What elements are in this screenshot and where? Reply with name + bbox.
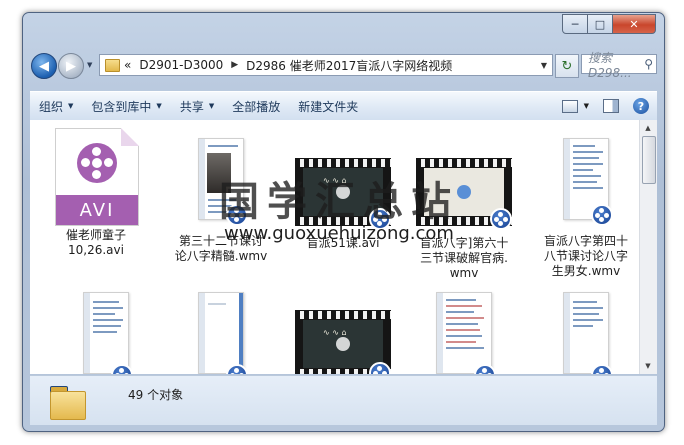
chevron-down-icon: ▼ xyxy=(583,102,589,110)
navigation-bar: ◀ ▶ ▼ « D2901-D3000 ▶ D2986 催老师2017盲派八字网… xyxy=(29,51,659,80)
file-name: 催老师童子 10,26.avi xyxy=(65,228,126,257)
scroll-down-button[interactable]: ▼ xyxy=(642,360,654,372)
folder-icon xyxy=(105,58,120,72)
file-item[interactable]: 第三十二节课讨 论八字精髓.wmv xyxy=(163,138,279,264)
file-item[interactable]: AVI 催老师童子 10,26.avi xyxy=(38,128,154,258)
search-input[interactable]: 搜索 D298... ⚲ xyxy=(581,51,657,80)
media-player-icon xyxy=(111,364,133,374)
video-thumbnail xyxy=(563,292,613,374)
breadcrumb-item-current[interactable]: D2986 催老师2017盲派八字网络视频 xyxy=(246,57,452,74)
video-thumbnail xyxy=(83,292,133,374)
file-list: AVI 催老师童子 10,26.avi 第三十二节课讨 论八字精髓.wmv ∿ … xyxy=(30,120,657,374)
media-player-icon xyxy=(591,364,613,374)
media-player-icon xyxy=(226,204,248,226)
video-thumbnail: ∿ ∿ ⌂ xyxy=(295,310,391,374)
back-button[interactable]: ◀ xyxy=(31,53,57,79)
file-item[interactable]: ∿ ∿ ⌂ xyxy=(285,310,401,374)
forward-arrow-icon: ▶ xyxy=(66,58,76,74)
refresh-button[interactable]: ↻ xyxy=(555,54,579,78)
address-dropdown-icon[interactable]: ▼ xyxy=(536,61,552,70)
view-icon xyxy=(561,99,578,113)
file-name: 盲派51课.avi xyxy=(306,236,380,250)
file-type-badge: AVI xyxy=(56,195,138,225)
preview-pane-icon[interactable] xyxy=(603,99,619,113)
scrollbar-thumb[interactable] xyxy=(642,136,656,184)
video-thumbnail xyxy=(198,138,248,226)
film-reel-icon xyxy=(77,143,117,183)
breadcrumb-separator-icon[interactable]: ▶ xyxy=(231,60,238,70)
file-item[interactable]: 盲派八字]第六十 三节课破解官病. wmv xyxy=(406,158,522,281)
search-icon[interactable]: ⚲ xyxy=(644,57,653,71)
file-item[interactable]: 盲派八字第四十 八节课讨论八字 生男女.wmv xyxy=(528,138,644,279)
breadcrumb-item-parent[interactable]: D2901-D3000 xyxy=(139,58,223,72)
forward-button[interactable]: ▶ xyxy=(58,53,84,79)
close-button[interactable]: ✕ xyxy=(613,14,656,34)
change-view-button[interactable]: ▼ xyxy=(561,99,589,113)
folder-icon xyxy=(50,386,86,420)
file-item[interactable] xyxy=(163,292,279,374)
item-count: 49 个对象 xyxy=(128,388,184,402)
file-name: 盲派八字]第六十 三节课破解官病. wmv xyxy=(419,236,509,280)
vertical-scrollbar[interactable]: ▲ ▼ xyxy=(639,120,657,374)
file-item[interactable] xyxy=(48,292,164,374)
file-item[interactable]: ∿ ∿ ⌂ 盲派51课.avi xyxy=(285,158,401,251)
video-thumbnail xyxy=(416,158,512,230)
share-button[interactable]: 共享 ▼ xyxy=(171,98,223,115)
chevron-down-icon: ▼ xyxy=(208,102,215,110)
video-thumbnail: ∿ ∿ ⌂ xyxy=(295,158,391,230)
avi-file-icon: AVI xyxy=(55,128,139,226)
chevron-down-icon: ▼ xyxy=(156,102,162,110)
chevron-down-icon: ▼ xyxy=(68,102,74,110)
share-label: 共享 xyxy=(179,99,204,114)
include-in-library-button[interactable]: 包含到库中 ▼ xyxy=(82,98,170,115)
media-player-icon xyxy=(490,208,512,230)
include-in-library-label: 包含到库中 xyxy=(91,99,152,114)
media-player-icon xyxy=(474,364,496,374)
play-all-button[interactable]: 全部播放 xyxy=(223,98,289,115)
file-item[interactable] xyxy=(406,292,522,374)
command-bar: 组织 ▼ 包含到库中 ▼ 共享 ▼ 全部播放 新建文件夹 ▼ ? xyxy=(30,91,657,121)
minimize-button[interactable]: ─ xyxy=(562,14,588,34)
file-name: 盲派八字第四十 八节课讨论八字 生男女.wmv xyxy=(543,234,628,278)
details-pane: 49 个对象 xyxy=(30,375,657,425)
video-thumbnail xyxy=(198,292,248,374)
video-thumbnail xyxy=(436,292,496,374)
help-icon[interactable]: ? xyxy=(633,98,649,114)
new-folder-button[interactable]: 新建文件夹 xyxy=(289,98,367,115)
media-player-icon xyxy=(591,204,613,226)
media-player-icon xyxy=(369,208,391,230)
address-bar[interactable]: « D2901-D3000 ▶ D2986 催老师2017盲派八字网络视频 ▼ xyxy=(99,54,553,76)
breadcrumb-overflow[interactable]: « xyxy=(124,58,131,72)
scroll-up-button[interactable]: ▲ xyxy=(642,122,654,134)
video-thumbnail xyxy=(563,138,613,226)
maximize-button[interactable]: □ xyxy=(588,14,613,34)
recent-pages-dropdown[interactable]: ▼ xyxy=(87,61,92,69)
back-arrow-icon: ◀ xyxy=(39,58,49,74)
caption-buttons: ─ □ ✕ xyxy=(562,14,656,34)
file-item[interactable] xyxy=(528,292,644,374)
explorer-window: ─ □ ✕ ◀ ▶ ▼ « D2901-D3000 ▶ D2986 催老师201… xyxy=(22,12,665,432)
view-controls: ▼ ? xyxy=(561,98,657,114)
organize-label: 组织 xyxy=(39,99,64,114)
organize-button[interactable]: 组织 ▼ xyxy=(30,98,82,115)
media-player-icon xyxy=(226,364,248,374)
search-placeholder: 搜索 D298... xyxy=(588,50,632,80)
file-name: 第三十二节课讨 论八字精髓.wmv xyxy=(174,234,268,263)
refresh-icon: ↻ xyxy=(561,58,573,74)
